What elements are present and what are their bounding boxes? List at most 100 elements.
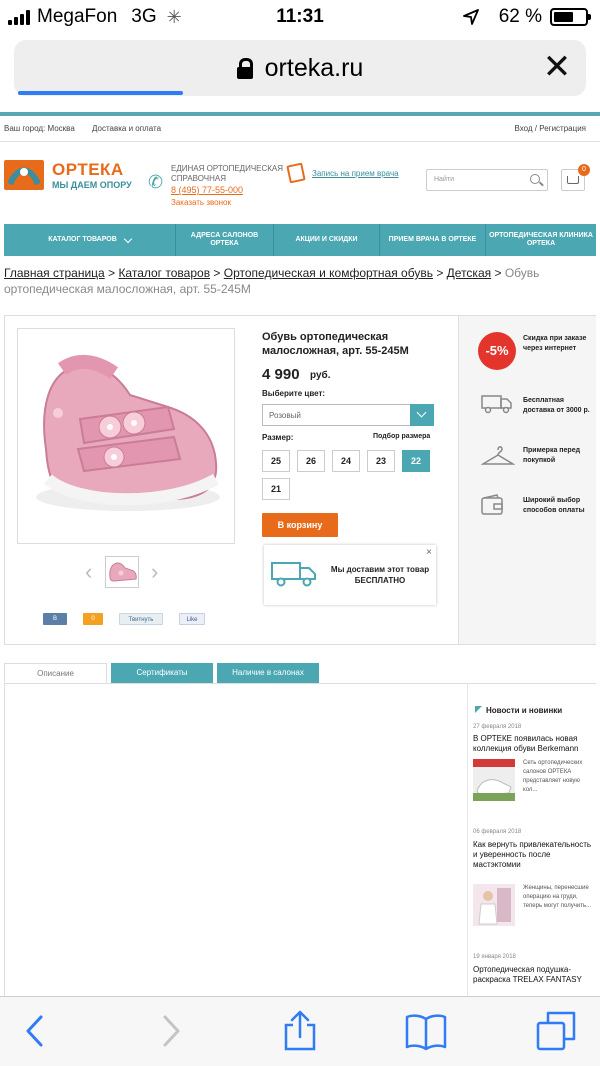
city-selector[interactable]: Ваш город: Москва [4, 124, 75, 133]
thumbnail-image [109, 562, 137, 582]
truck-icon [481, 395, 512, 414]
nav-catalog[interactable]: КАТАЛОГ ТОВАРОВ [4, 224, 176, 256]
breadcrumb-separator: > [213, 266, 221, 280]
size-option[interactable]: 24 [332, 450, 360, 472]
nav-doctor-appointment-label: ПРИЕМ ВРАЧА В ОРТЕКЕ [388, 236, 477, 243]
benefit-fitting: Примерка перед покупкой [523, 447, 581, 464]
battery-icon [550, 8, 591, 26]
news-title-link[interactable]: Ортопедическая подушка-раскраска TRELAX … [473, 965, 595, 985]
news-sidebar: Новости и новинки 27 февраля 2018 В ОРТЕ… [467, 684, 597, 996]
size-option-selected[interactable]: 22 [402, 450, 430, 472]
utility-bar: Ваш город: Москва Доставка и оплата Вход… [0, 116, 600, 142]
news-image[interactable] [473, 759, 515, 801]
browser-address-area: orteka.ru ✕ [0, 36, 600, 112]
product-price: 4 990 [262, 366, 300, 383]
size-option[interactable]: 23 [367, 450, 395, 472]
doctor-appointment-link[interactable]: Запись на прием врача [312, 169, 399, 178]
web-page: Ваш город: Москва Доставка и оплата Вход… [0, 112, 600, 996]
news-title-link[interactable]: В ОРТЕКЕ появилась новая коллекция обуви… [473, 734, 595, 754]
tab-description[interactable]: Описание [4, 663, 107, 683]
news-heading-text: Новости и новинки [486, 706, 563, 715]
back-icon[interactable] [14, 1009, 58, 1053]
close-icon[interactable]: × [426, 547, 432, 558]
size-picker-link[interactable]: Подбор размера [373, 433, 430, 440]
breadcrumb-separator: > [108, 266, 116, 280]
chevron-down-icon [123, 234, 133, 243]
delivery-link[interactable]: Доставка и оплата [92, 124, 161, 133]
product-thumbnail[interactable] [105, 556, 139, 588]
news-date: 19 января 2018 [473, 954, 516, 960]
status-right: 62 % [462, 6, 591, 28]
breadcrumb-shoes[interactable]: Ортопедическая и комфортная обувь [224, 266, 433, 280]
phone-icon: ✆ [148, 172, 164, 192]
nav-promotions[interactable]: АКЦИИ И СКИДКИ [274, 224, 380, 256]
address-bar[interactable]: orteka.ru ✕ [14, 40, 586, 96]
forward-icon[interactable] [148, 1009, 192, 1053]
color-select[interactable]: Розовый [262, 404, 434, 426]
tabs-icon[interactable] [534, 1009, 578, 1053]
nav-salon-addresses[interactable]: АДРЕСА САЛОНОВ ОРТЕКА [176, 224, 274, 256]
nav-doctor-appointment[interactable]: ПРИЕМ ВРАЧА В ОРТЕКЕ [380, 224, 486, 256]
vk-share-button[interactable]: В [43, 613, 67, 625]
cart-button[interactable]: 0 [561, 164, 590, 191]
breadcrumb-kids[interactable]: Детская [447, 266, 491, 280]
benefits-sidebar: -5% Скидка при заказе через интернет Бес… [458, 316, 596, 644]
chevron-left-icon[interactable]: ‹ [85, 559, 92, 585]
size-option[interactable]: 21 [262, 478, 290, 500]
battery-percent: 62 % [498, 6, 542, 27]
location-arrow-icon [462, 9, 479, 25]
size-option[interactable]: 26 [297, 450, 325, 472]
product-card: ‹ › В 0 Твитнуть Like Обувь ортопедическ… [4, 315, 596, 645]
free-delivery-popup: × Мы доставим этот товар БЕСПЛАТНО [264, 545, 436, 605]
breadcrumb-catalog[interactable]: Каталог товаров [118, 266, 210, 280]
add-to-cart-button[interactable]: В корзину [262, 513, 338, 537]
breadcrumb: Главная страница > Каталог товаров > Орт… [4, 265, 594, 297]
search-input[interactable]: Найти [426, 169, 548, 191]
logo-slogan: МЫ ДАЕМ ОПОРУ [52, 180, 132, 190]
login-link[interactable]: Вход / Регистрация [514, 124, 586, 133]
tweet-button[interactable]: Твитнуть [119, 613, 163, 625]
lock-icon [236, 58, 253, 79]
news-date: 06 февраля 2018 [473, 829, 522, 835]
news-title-link[interactable]: Как вернуть привлекательность и уверенно… [473, 840, 595, 870]
hanger-icon [481, 446, 515, 465]
size-option[interactable]: 25 [262, 450, 290, 472]
news-snippet: Женщины, перенесшие операцию на груди, т… [523, 885, 592, 909]
tab-availability[interactable]: Наличие в салонах [217, 663, 319, 683]
nav-promotions-label: АКЦИИ И СКИДКИ [295, 236, 358, 243]
logo-mark-icon [4, 160, 44, 190]
ok-share-button[interactable]: 0 [83, 613, 103, 625]
help-line-phone[interactable]: 8 (495) 77-55-000 [171, 185, 243, 195]
discount-badge: -5% [478, 332, 516, 370]
chevron-right-icon[interactable]: › [151, 559, 158, 585]
search-icon[interactable] [530, 174, 540, 184]
nav-clinic[interactable]: ОРТОПЕДИЧЕСКАЯ КЛИНИКА ОРТЕКА [486, 224, 596, 256]
share-icon[interactable] [278, 1009, 322, 1053]
benefit-payment-options: Широкий выбор способов оплаты [523, 497, 585, 514]
breadcrumb-separator: > [494, 266, 502, 280]
browser-toolbar [0, 996, 600, 1066]
free-delivery-text: Мы доставим этот товар БЕСПЛАТНО [330, 565, 430, 585]
main-nav: КАТАЛОГ ТОВАРОВ АДРЕСА САЛОНОВ ОРТЕКА АК… [4, 224, 596, 256]
chevron-down-icon[interactable] [410, 404, 434, 426]
color-select-value: Розовый [269, 411, 301, 420]
tab-certificates[interactable]: Сертификаты [111, 663, 213, 683]
cart-count-badge: 0 [578, 164, 590, 176]
bookmarks-icon[interactable] [404, 1009, 448, 1053]
product-image[interactable] [17, 328, 235, 544]
sandal-image [36, 355, 220, 511]
nav-salon-addresses-label: АДРЕСА САЛОНОВ ОРТЕКА [190, 232, 259, 247]
breadcrumb-home[interactable]: Главная страница [4, 266, 105, 280]
url-display[interactable]: orteka.ru [14, 54, 586, 83]
url-text: orteka.ru [264, 54, 364, 82]
stop-loading-button[interactable]: ✕ [542, 50, 572, 84]
search-placeholder: Найти [434, 176, 454, 183]
benefit-free-delivery: Бесплатная доставка от 3000 р. [523, 397, 590, 414]
facebook-like-button[interactable]: Like [179, 613, 205, 625]
corner-flag-icon [475, 706, 482, 713]
news-image[interactable] [473, 884, 515, 926]
request-call-link[interactable]: Заказать звонок [171, 198, 231, 207]
news-heading: Новости и новинки [475, 706, 562, 715]
nav-clinic-label: ОРТОПЕДИЧЕСКАЯ КЛИНИКА ОРТЕКА [489, 232, 593, 247]
truck-icon [271, 562, 316, 587]
